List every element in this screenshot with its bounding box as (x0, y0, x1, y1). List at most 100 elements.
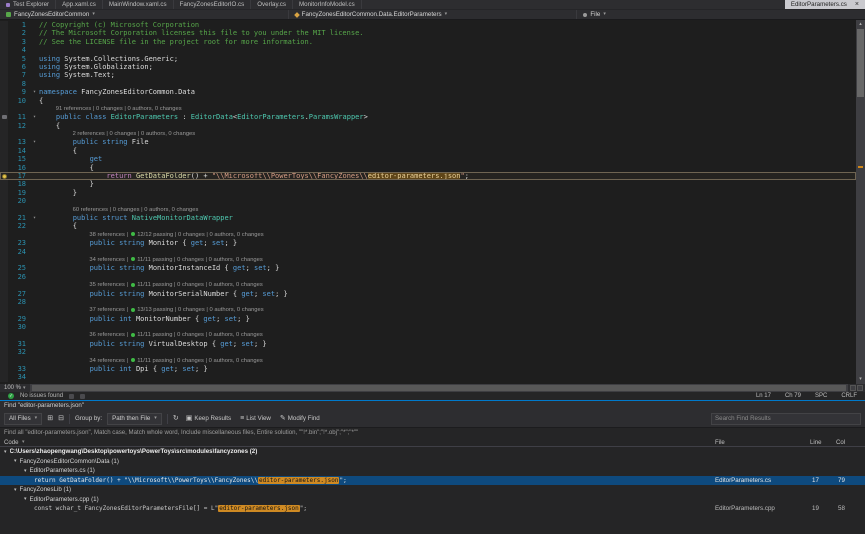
code-line[interactable]: 25 public string MonitorInstanceId { get… (0, 264, 856, 272)
split-window-buttons[interactable] (848, 385, 865, 391)
status-icon[interactable] (80, 394, 85, 399)
expander-icon[interactable]: ▾ (24, 468, 27, 474)
codelens-line[interactable]: 60 references | 0 changes | 0 authors, 0… (0, 206, 856, 214)
codelens[interactable]: 36 references | 11/11 passing | 0 change… (39, 331, 856, 339)
search-find-results-input[interactable] (711, 413, 861, 425)
breakpoint-margin[interactable] (0, 71, 8, 79)
breakpoint-margin[interactable] (0, 239, 8, 247)
fold-marker-icon[interactable]: ▾ (30, 214, 39, 222)
code-line[interactable]: 5using System.Collections.Generic; (0, 55, 856, 63)
code-line[interactable]: 9▾namespace FancyZonesEditorCommon.Data (0, 88, 856, 96)
fold-marker-icon[interactable]: ▾ (30, 113, 39, 121)
breakpoint-margin[interactable] (0, 331, 8, 339)
modify-find-button[interactable]: ✎ Modify Find (278, 415, 322, 422)
type-dropdown[interactable]: FancyZonesEditorCommon.Data.EditorParame… (289, 10, 578, 19)
expander-icon[interactable]: ▾ (14, 487, 17, 493)
codelens[interactable]: 37 references | 13/13 passing | 0 change… (39, 306, 856, 314)
code-area[interactable]: 1// Copyright (c) Microsoft Corporation2… (0, 21, 856, 384)
expander-icon[interactable]: ▾ (14, 458, 17, 464)
breakpoint-margin[interactable] (0, 180, 8, 188)
find-group-row[interactable]: ▾EditorParameters.cs (1) (0, 466, 865, 476)
codelens-line[interactable]: 2 references | 0 changes | 0 authors, 0 … (0, 130, 856, 138)
code-line[interactable]: 27 public string MonitorSerialNumber { g… (0, 290, 856, 298)
breakpoint-margin[interactable] (0, 172, 8, 180)
find-result-row[interactable]: const wchar_t FancyZonesEditorParameters… (0, 504, 865, 514)
breakpoint-margin[interactable] (0, 38, 8, 46)
code-line[interactable]: 2// The Microsoft Corporation licenses t… (0, 29, 856, 37)
codelens-line[interactable]: 38 references | 12/12 passing | 0 change… (0, 231, 856, 239)
breakpoint-margin[interactable] (0, 231, 8, 239)
line-ending-indicator[interactable]: CRLF (841, 393, 857, 399)
breakpoint-margin[interactable] (0, 147, 8, 155)
code-line[interactable]: 3// See the LICENSE file in the project … (0, 38, 856, 46)
status-icon[interactable] (69, 394, 74, 399)
code-line[interactable]: 20 (0, 197, 856, 205)
breakpoint-margin[interactable] (0, 373, 8, 381)
breakpoint-margin[interactable] (0, 290, 8, 298)
code-line[interactable]: 26 (0, 273, 856, 281)
code-line[interactable]: 34 (0, 373, 856, 381)
editor-horizontal-scrollbar[interactable] (30, 384, 848, 392)
find-result-row[interactable]: return GetDataFolder() + "\\Microsoft\\P… (0, 476, 865, 486)
code-editor[interactable]: 1// Copyright (c) Microsoft Corporation2… (0, 20, 865, 384)
scroll-up-icon[interactable]: ▴ (856, 20, 865, 29)
codelens-line[interactable]: 37 references | 13/13 passing | 0 change… (0, 306, 856, 314)
breakpoint-margin[interactable] (0, 21, 8, 29)
editor-vertical-scrollbar[interactable]: ▴ ▾ (856, 20, 865, 384)
codelens[interactable]: 35 references | 11/11 passing | 0 change… (39, 281, 856, 289)
code-line[interactable]: 10{ (0, 97, 856, 105)
breakpoint-margin[interactable] (0, 97, 8, 105)
breakpoint-margin[interactable] (0, 80, 8, 88)
breakpoint-margin[interactable] (0, 164, 8, 172)
code-line[interactable]: 12 { (0, 122, 856, 130)
find-group-row[interactable]: ▾FancyZonesEditorCommon\Data (1) (0, 457, 865, 467)
spaces-indicator[interactable]: SPC (815, 393, 827, 399)
breakpoint-margin[interactable] (0, 348, 8, 356)
code-line[interactable]: 33 public int Dpi { get; set; } (0, 365, 856, 373)
code-line[interactable]: 21▾ public struct NativeMonitorDataWrapp… (0, 214, 856, 222)
code-line[interactable]: 8 (0, 80, 856, 88)
breakpoint-margin[interactable] (0, 88, 8, 96)
breakpoint-margin[interactable] (0, 63, 8, 71)
tab-monitorinfomodel-cs[interactable]: MonitorInfoModel.cs (293, 0, 362, 9)
breakpoint-margin[interactable] (0, 306, 8, 314)
breakpoint-margin[interactable] (0, 357, 8, 365)
group-by-dropdown[interactable]: Path then File ▾ (107, 413, 162, 425)
member-dropdown[interactable]: File ▾ (577, 10, 865, 19)
breakpoint-margin[interactable] (0, 323, 8, 331)
breakpoint-margin[interactable] (0, 130, 8, 138)
find-group-row[interactable]: ▾C:\Users\zhaopengwang\Desktop\powertoys… (0, 447, 865, 457)
breakpoint-margin[interactable] (0, 155, 8, 163)
codelens[interactable]: 60 references | 0 changes | 0 authors, 0… (39, 206, 856, 214)
tab-mainwindow-xaml-cs[interactable]: MainWindow.xaml.cs (103, 0, 174, 9)
fold-marker-icon[interactable]: ▾ (30, 88, 39, 96)
code-line[interactable]: 22 { (0, 222, 856, 230)
breakpoint-margin[interactable] (0, 122, 8, 130)
breakpoint-margin[interactable] (0, 365, 8, 373)
code-line[interactable]: 17 return GetDataFolder() + "\\Microsoft… (0, 172, 856, 180)
breakpoint-margin[interactable] (0, 138, 8, 146)
code-line[interactable]: 14 { (0, 147, 856, 155)
breakpoint-margin[interactable] (0, 214, 8, 222)
codelens[interactable]: 34 references | 11/11 passing | 0 change… (39, 357, 856, 365)
codelens-line[interactable]: 35 references | 11/11 passing | 0 change… (0, 281, 856, 289)
health-text[interactable]: No issues found (20, 393, 63, 399)
code-line[interactable]: 4 (0, 46, 856, 54)
line-indicator[interactable]: Ln 17 (756, 393, 771, 399)
tab-app-xaml-cs[interactable]: App.xaml.cs (56, 0, 103, 9)
code-line[interactable]: 23 public string Monitor { get; set; } (0, 239, 856, 247)
find-group-row[interactable]: ▾EditorParameters.cpp (1) (0, 495, 865, 505)
code-line[interactable]: 19 } (0, 189, 856, 197)
code-line[interactable]: 32 (0, 348, 856, 356)
codelens-line[interactable]: 36 references | 11/11 passing | 0 change… (0, 331, 856, 339)
zoom-control[interactable]: 100 % ▾ (0, 385, 30, 391)
code-line[interactable]: 30 (0, 323, 856, 331)
breakpoint-margin[interactable] (0, 281, 8, 289)
breakpoint-margin[interactable] (0, 264, 8, 272)
column-indicator[interactable]: Ch 79 (785, 393, 801, 399)
column-file[interactable]: File (715, 439, 725, 446)
code-line[interactable]: 16 { (0, 164, 856, 172)
refresh-icon[interactable]: ↻ (173, 415, 179, 422)
breakpoint-margin[interactable] (0, 55, 8, 63)
breakpoint-margin[interactable] (0, 197, 8, 205)
